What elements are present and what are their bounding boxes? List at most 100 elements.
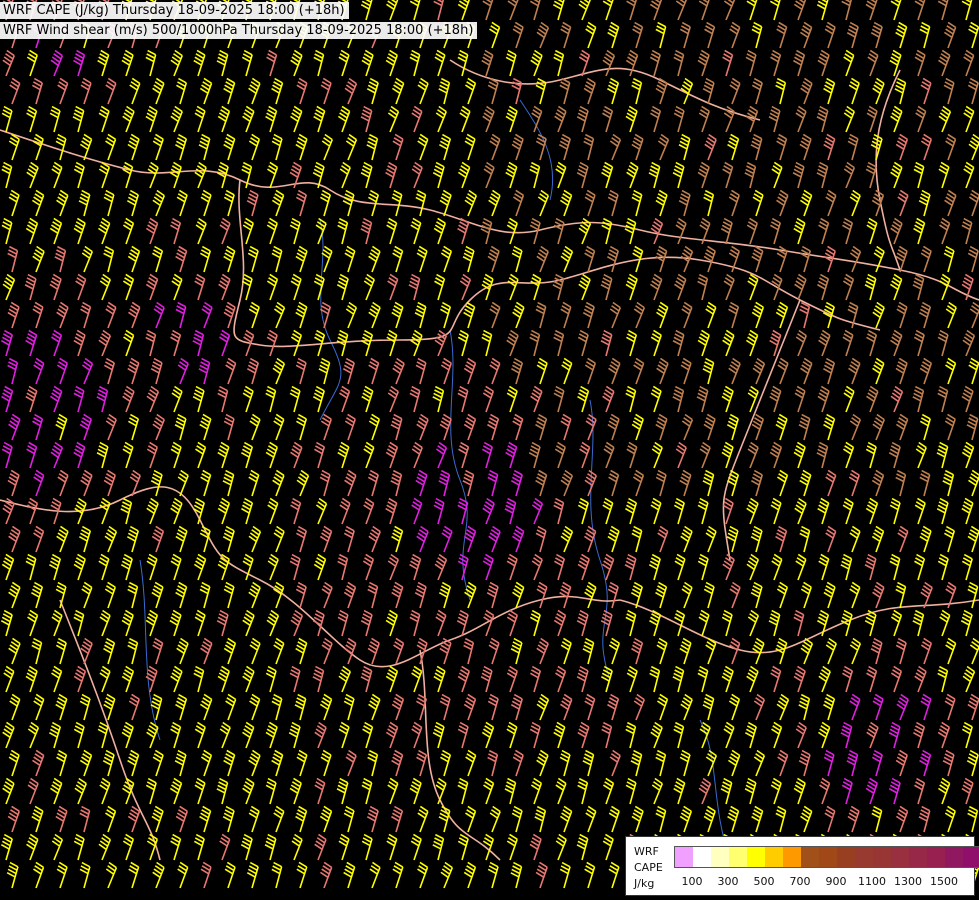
wind-barb [200,693,213,721]
wind-barb [434,553,448,581]
wind-barb [248,525,262,553]
wind-barb [223,133,236,161]
wind-barb [170,329,182,357]
wind-barb [480,665,493,693]
wind-barb [848,357,861,385]
wind-barb [457,329,469,357]
wind-barb [602,497,614,525]
wind-barb [417,133,429,161]
wind-barb [846,749,859,777]
wind-barb [489,357,501,385]
wind-barb [866,721,879,749]
wind-barb [871,525,885,553]
wind-barb [793,609,805,637]
wind-barb [361,385,374,413]
wind-barb [607,77,620,105]
wind-barb [80,301,92,329]
wind-barb [464,133,476,161]
wind-barb [411,105,423,133]
wind-barb [73,553,86,581]
wind-barb [223,413,235,441]
wind-barb [439,189,452,217]
wind-barb [386,0,399,21]
wind-barb [559,805,573,833]
wind-barb [391,189,403,217]
wind-barb [920,245,932,273]
wind-barb [432,385,445,413]
wind-barb [1,329,14,357]
wind-barb [961,497,974,525]
wind-barb [961,721,973,749]
wind-barb [870,637,883,665]
wind-barb [56,189,69,217]
wind-barb [151,525,165,553]
wind-barb [777,749,789,777]
wind-barb [435,441,448,469]
wind-barb [584,581,597,609]
wind-barb [435,105,447,133]
wind-barb [655,189,668,217]
wind-barb [753,693,766,721]
wind-barb [818,665,831,693]
wind-barb [846,21,859,49]
wind-barb [600,329,613,357]
wind-barb [816,0,829,21]
wind-barb [219,833,231,861]
wind-barb [223,189,235,217]
wind-barb [531,497,544,525]
wind-barb [843,385,855,413]
wind-barb [872,301,885,329]
wind-barb [577,385,590,413]
wind-barb [651,441,663,469]
wind-barb [459,273,472,301]
wind-barb [463,693,477,721]
wind-barb [73,217,86,245]
wind-barb [216,609,229,637]
wind-barb [608,805,620,833]
wind-barb [414,301,427,329]
wind-barb [337,441,350,469]
wind-barb [248,469,260,497]
wind-barb [631,637,644,665]
wind-barb [584,245,596,273]
wind-barb [798,749,811,777]
wind-barb [296,413,308,441]
wind-barb [747,609,760,637]
legend-swatch [837,847,855,867]
wind-barb [506,833,518,861]
wind-barb [649,0,663,21]
wind-barb [776,189,789,217]
wind-barb [816,441,829,469]
wind-barb [817,721,831,749]
wind-barb [871,805,883,833]
wind-barb [506,553,518,581]
wind-barb [702,77,715,105]
wind-barb [721,385,734,413]
wind-barb [122,441,134,469]
legend-tick-label: 1300 [894,875,922,888]
wind-barb [535,133,547,161]
wind-barb [577,721,590,749]
wind-barb [679,805,693,833]
wind-barb [626,665,638,693]
wind-barb [678,133,691,161]
wind-barb [242,721,255,749]
wind-barb [296,77,308,105]
wind-barb [337,105,351,133]
wind-barb [145,609,159,637]
wind-barb [552,0,565,21]
legend-tick-label: 500 [753,875,775,888]
wind-barb [894,77,907,105]
wind-barb [391,525,404,553]
wind-barb [2,49,15,77]
wind-barb [944,805,956,833]
legend-swatch [783,847,801,867]
wind-barb [387,385,400,413]
wind-barb [273,525,285,553]
wind-barb [199,805,212,833]
wind-barb [26,497,39,525]
wind-barb [411,161,423,189]
wind-barb [842,217,854,245]
wind-barb [631,189,643,217]
wind-barb [26,833,39,861]
